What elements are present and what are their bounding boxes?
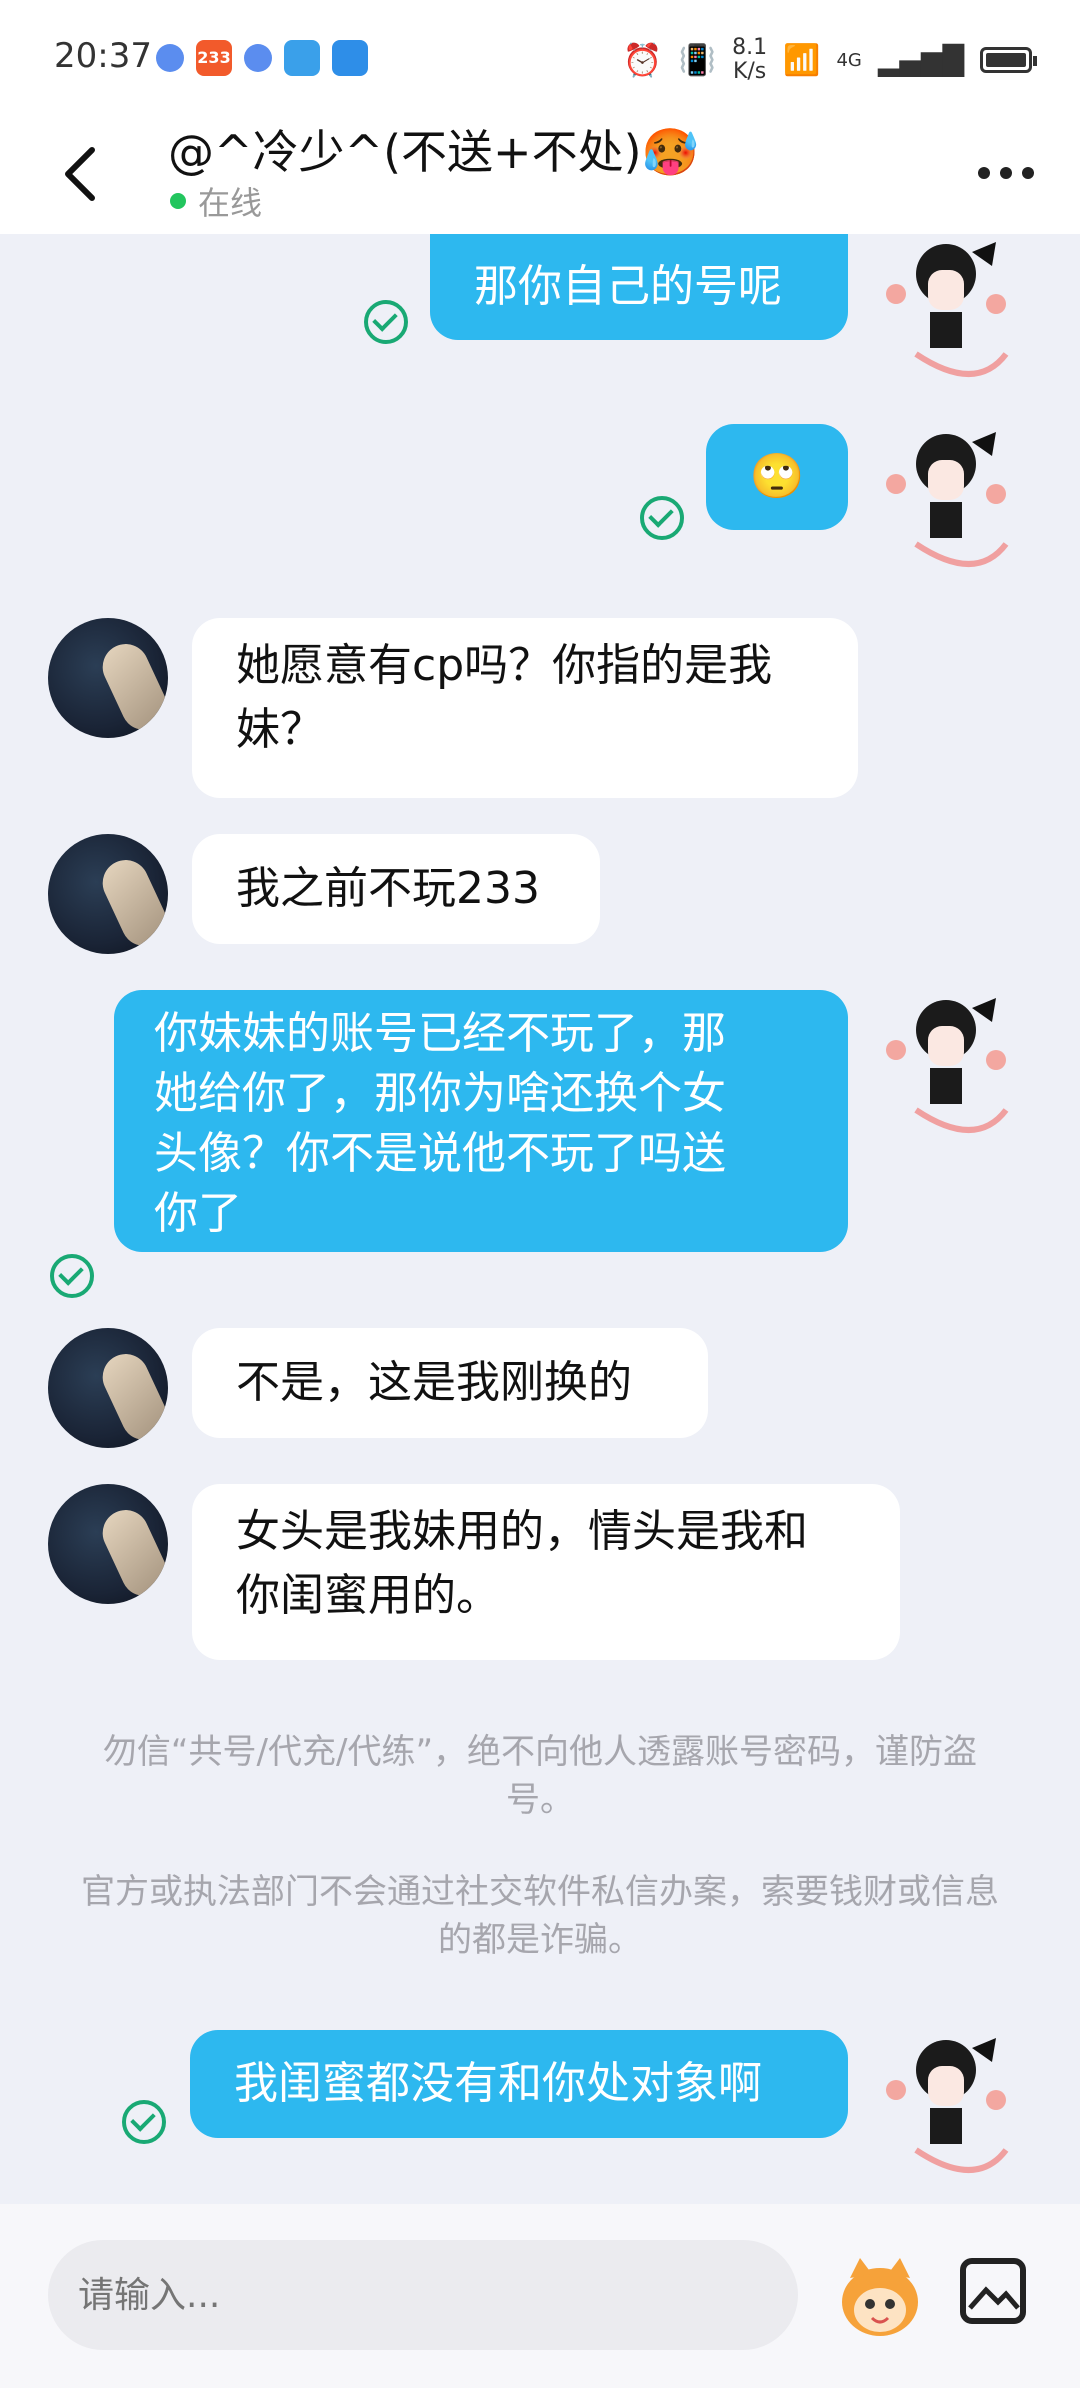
weather-icon	[284, 40, 320, 76]
system-icons: ⏰ 📳 8.1 K/s 📶 4G ▂▄▆█	[622, 35, 1037, 84]
security-notice: 勿信“共号/代充/代练”，绝不向他人透露账号密码，谨防盗号。	[102, 1732, 978, 1820]
online-status: 在线	[170, 178, 262, 224]
my-avatar[interactable]	[876, 2030, 1016, 2180]
app-233-icon: 233	[196, 40, 232, 76]
check-circle-icon	[640, 496, 684, 540]
network-type: 4G	[836, 49, 862, 71]
image-icon	[968, 2286, 1020, 2310]
status-bar: 20:37 233 ⏰ 📳 8.1 K/s 📶 4G ▂▄▆█	[0, 0, 1080, 110]
message-bubble-sent[interactable]: 我闺蜜都没有和你处对象啊	[190, 2030, 848, 2138]
contact-avatar[interactable]	[48, 618, 168, 738]
notification-icons: 233	[156, 40, 368, 76]
vibrate-icon: 📳	[678, 42, 717, 78]
message-bubble-sent[interactable]: 你妹妹的账号已经不玩了，那 她给你了，那你为啥还换个女 头像？你不是说他不玩了吗…	[114, 990, 848, 1252]
check-circle-icon	[364, 300, 408, 344]
my-avatar[interactable]	[876, 990, 1016, 1140]
back-button[interactable]	[60, 130, 120, 210]
mascot-icon[interactable]	[830, 2252, 930, 2342]
contact-avatar[interactable]	[48, 834, 168, 954]
battery-icon	[980, 47, 1037, 73]
alarm-icon: ⏰	[622, 41, 663, 79]
net-speed: 8.1 K/s	[732, 35, 768, 84]
chat-area[interactable]: 那你自己的号呢 🙄 她愿意有cp吗？你指的是我 妹？ 我之前不玩233 你妹妹的…	[0, 234, 1080, 2204]
cloud-icon	[332, 40, 368, 76]
chat-title: @^冷少^(不送+不处)🥵	[168, 125, 699, 179]
online-dot-icon	[170, 193, 186, 209]
image-button[interactable]	[960, 2258, 1026, 2324]
contact-avatar[interactable]	[48, 1328, 168, 1448]
more-dots-icon	[978, 167, 1034, 179]
browser-icon	[244, 44, 272, 72]
chat-header: @^冷少^(不送+不处)🥵 在线	[0, 110, 1080, 234]
back-arrow-icon	[65, 147, 95, 201]
message-bubble-received[interactable]: 我之前不玩233	[192, 834, 600, 944]
message-input[interactable]	[48, 2240, 798, 2350]
message-bubble-received[interactable]: 她愿意有cp吗？你指的是我 妹？	[192, 618, 858, 798]
message-bubble-received[interactable]: 女头是我妹用的，情头是我和 你闺蜜用的。	[192, 1484, 900, 1660]
my-avatar[interactable]	[876, 234, 1016, 384]
contact-avatar[interactable]	[48, 1484, 168, 1604]
check-circle-icon	[122, 2100, 166, 2144]
signal-icon: ▂▄▆█	[877, 43, 964, 77]
check-circle-icon	[50, 1254, 94, 1298]
message-bubble-sent[interactable]: 🙄	[706, 424, 848, 530]
status-time: 20:37	[54, 36, 152, 76]
more-button[interactable]	[976, 140, 1036, 194]
message-bubble-received[interactable]: 不是，这是我刚换的	[192, 1328, 708, 1438]
browser-icon	[156, 44, 184, 72]
online-label: 在线	[198, 184, 263, 222]
message-bubble-sent[interactable]: 那你自己的号呢	[430, 234, 848, 340]
my-avatar[interactable]	[876, 424, 1016, 574]
security-notice: 官方或执法部门不会通过社交软件私信办案，索要钱财或信息的都是诈骗。	[81, 1872, 999, 1960]
input-bar	[0, 2204, 1080, 2388]
wifi-icon: 📶	[783, 42, 821, 78]
